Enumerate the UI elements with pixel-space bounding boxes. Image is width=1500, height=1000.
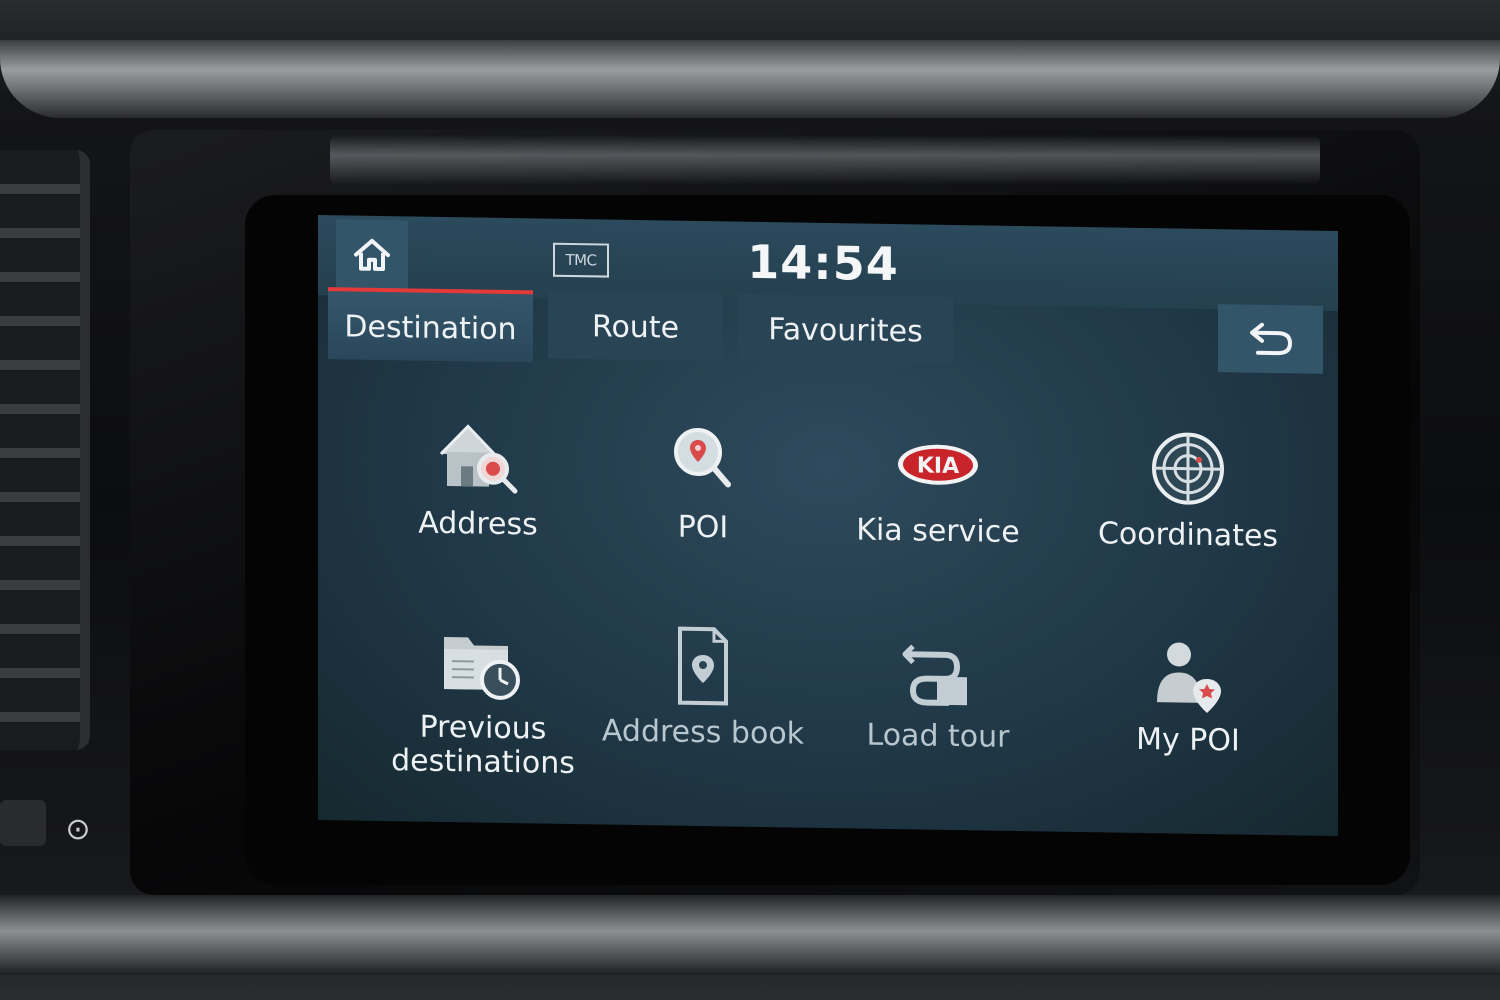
menu-previous-destinations-label: Previous destinations	[391, 709, 575, 782]
menu-poi[interactable]: POI	[588, 414, 818, 548]
back-arrow-icon	[1249, 322, 1292, 356]
menu-address-book[interactable]: Address book	[588, 619, 818, 753]
kia-logo-text: KIA	[917, 453, 959, 479]
tab-route[interactable]: Route	[548, 290, 723, 362]
poi-search-icon	[674, 427, 731, 488]
back-button[interactable]	[1218, 304, 1323, 374]
home-button[interactable]	[336, 219, 408, 291]
tab-favourites[interactable]: Favourites	[738, 293, 953, 365]
tab-destination[interactable]: Destination	[328, 287, 533, 363]
menu-address-label: Address	[418, 505, 538, 543]
silver-trim-bottom	[0, 895, 1500, 975]
house-search-icon	[439, 424, 518, 494]
menu-my-poi[interactable]: My POI	[1063, 627, 1313, 761]
menu-my-poi-label: My POI	[1136, 721, 1240, 759]
menu-address-book-label: Address book	[601, 713, 805, 752]
tmc-indicator: TMC	[553, 242, 609, 278]
menu-address[interactable]: Address	[363, 411, 593, 545]
menu-poi-label: POI	[677, 509, 729, 546]
menu-load-tour-label: Load tour	[866, 717, 1010, 755]
menu-kia-service-label: Kia service	[856, 512, 1020, 551]
address-book-icon	[678, 626, 728, 706]
menu-coordinates[interactable]: Coordinates	[1063, 422, 1313, 556]
clock: 14:54	[747, 234, 899, 292]
radar-target-icon	[1152, 432, 1224, 505]
air-vent	[0, 150, 90, 750]
infotainment-screen: TMC 14:54 Destination Route Favourites A…	[318, 215, 1338, 837]
menu-load-tour[interactable]: Load tour	[823, 623, 1053, 757]
silver-trim-top	[0, 40, 1500, 118]
side-button-icon: ⊙	[65, 812, 91, 847]
menu-previous-destinations[interactable]: Previous destinations	[363, 616, 603, 782]
menu-coordinates-label: Coordinates	[1097, 516, 1279, 555]
kia-logo-icon: KIA	[898, 444, 978, 485]
screen-glare	[330, 135, 1320, 185]
folder-clock-icon	[444, 636, 520, 700]
vent-knob	[0, 800, 46, 846]
menu-kia-service[interactable]: KIA Kia service	[823, 418, 1053, 552]
home-icon	[354, 238, 390, 272]
user-pin-icon	[1157, 642, 1221, 713]
load-tour-icon	[902, 644, 967, 706]
tab-bar: Destination Route Favourites	[318, 287, 1338, 373]
